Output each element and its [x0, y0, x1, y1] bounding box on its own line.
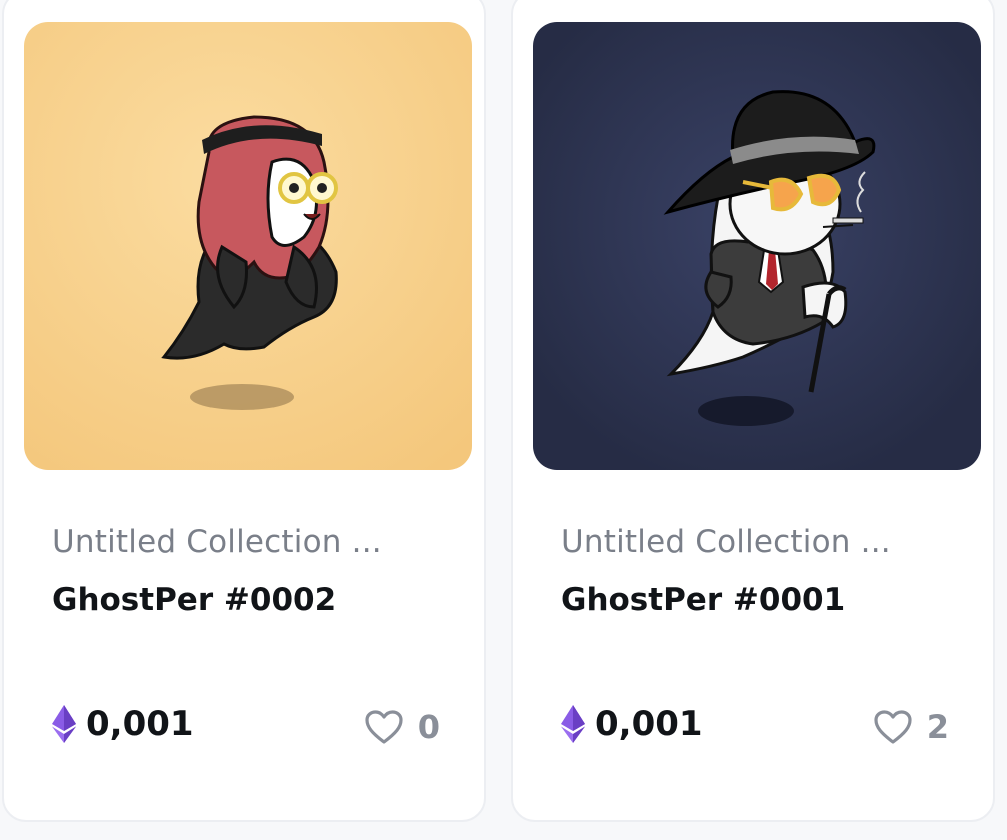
- heart-icon[interactable]: [873, 709, 913, 745]
- ghost-fedora-artwork: [533, 22, 981, 470]
- nft-card-grid: Untitled Collection ... GhostPer #0002 0…: [0, 0, 1007, 840]
- price: 0,001: [561, 704, 703, 744]
- nft-card[interactable]: Untitled Collection ... GhostPer #0002 0…: [2, 0, 486, 822]
- nft-image[interactable]: [24, 22, 472, 470]
- ghost-keffiyeh-artwork: [24, 22, 472, 470]
- nft-card[interactable]: Untitled Collection ... GhostPer #0001 0…: [511, 0, 995, 822]
- price-value: 0,001: [86, 704, 194, 744]
- nft-image[interactable]: [533, 22, 981, 470]
- collection-name[interactable]: Untitled Collection ...: [561, 524, 891, 560]
- like-count: 2: [926, 708, 949, 746]
- nft-title[interactable]: GhostPer #0002: [52, 582, 336, 618]
- ethereum-icon: [561, 705, 585, 743]
- heart-icon[interactable]: [364, 709, 404, 745]
- price-value: 0,001: [595, 704, 703, 744]
- like-counter: 0: [364, 708, 440, 746]
- ethereum-icon: [52, 705, 76, 743]
- like-count: 0: [417, 708, 440, 746]
- price: 0,001: [52, 704, 194, 744]
- collection-name[interactable]: Untitled Collection ...: [52, 524, 382, 560]
- like-counter: 2: [873, 708, 949, 746]
- nft-title[interactable]: GhostPer #0001: [561, 582, 845, 618]
